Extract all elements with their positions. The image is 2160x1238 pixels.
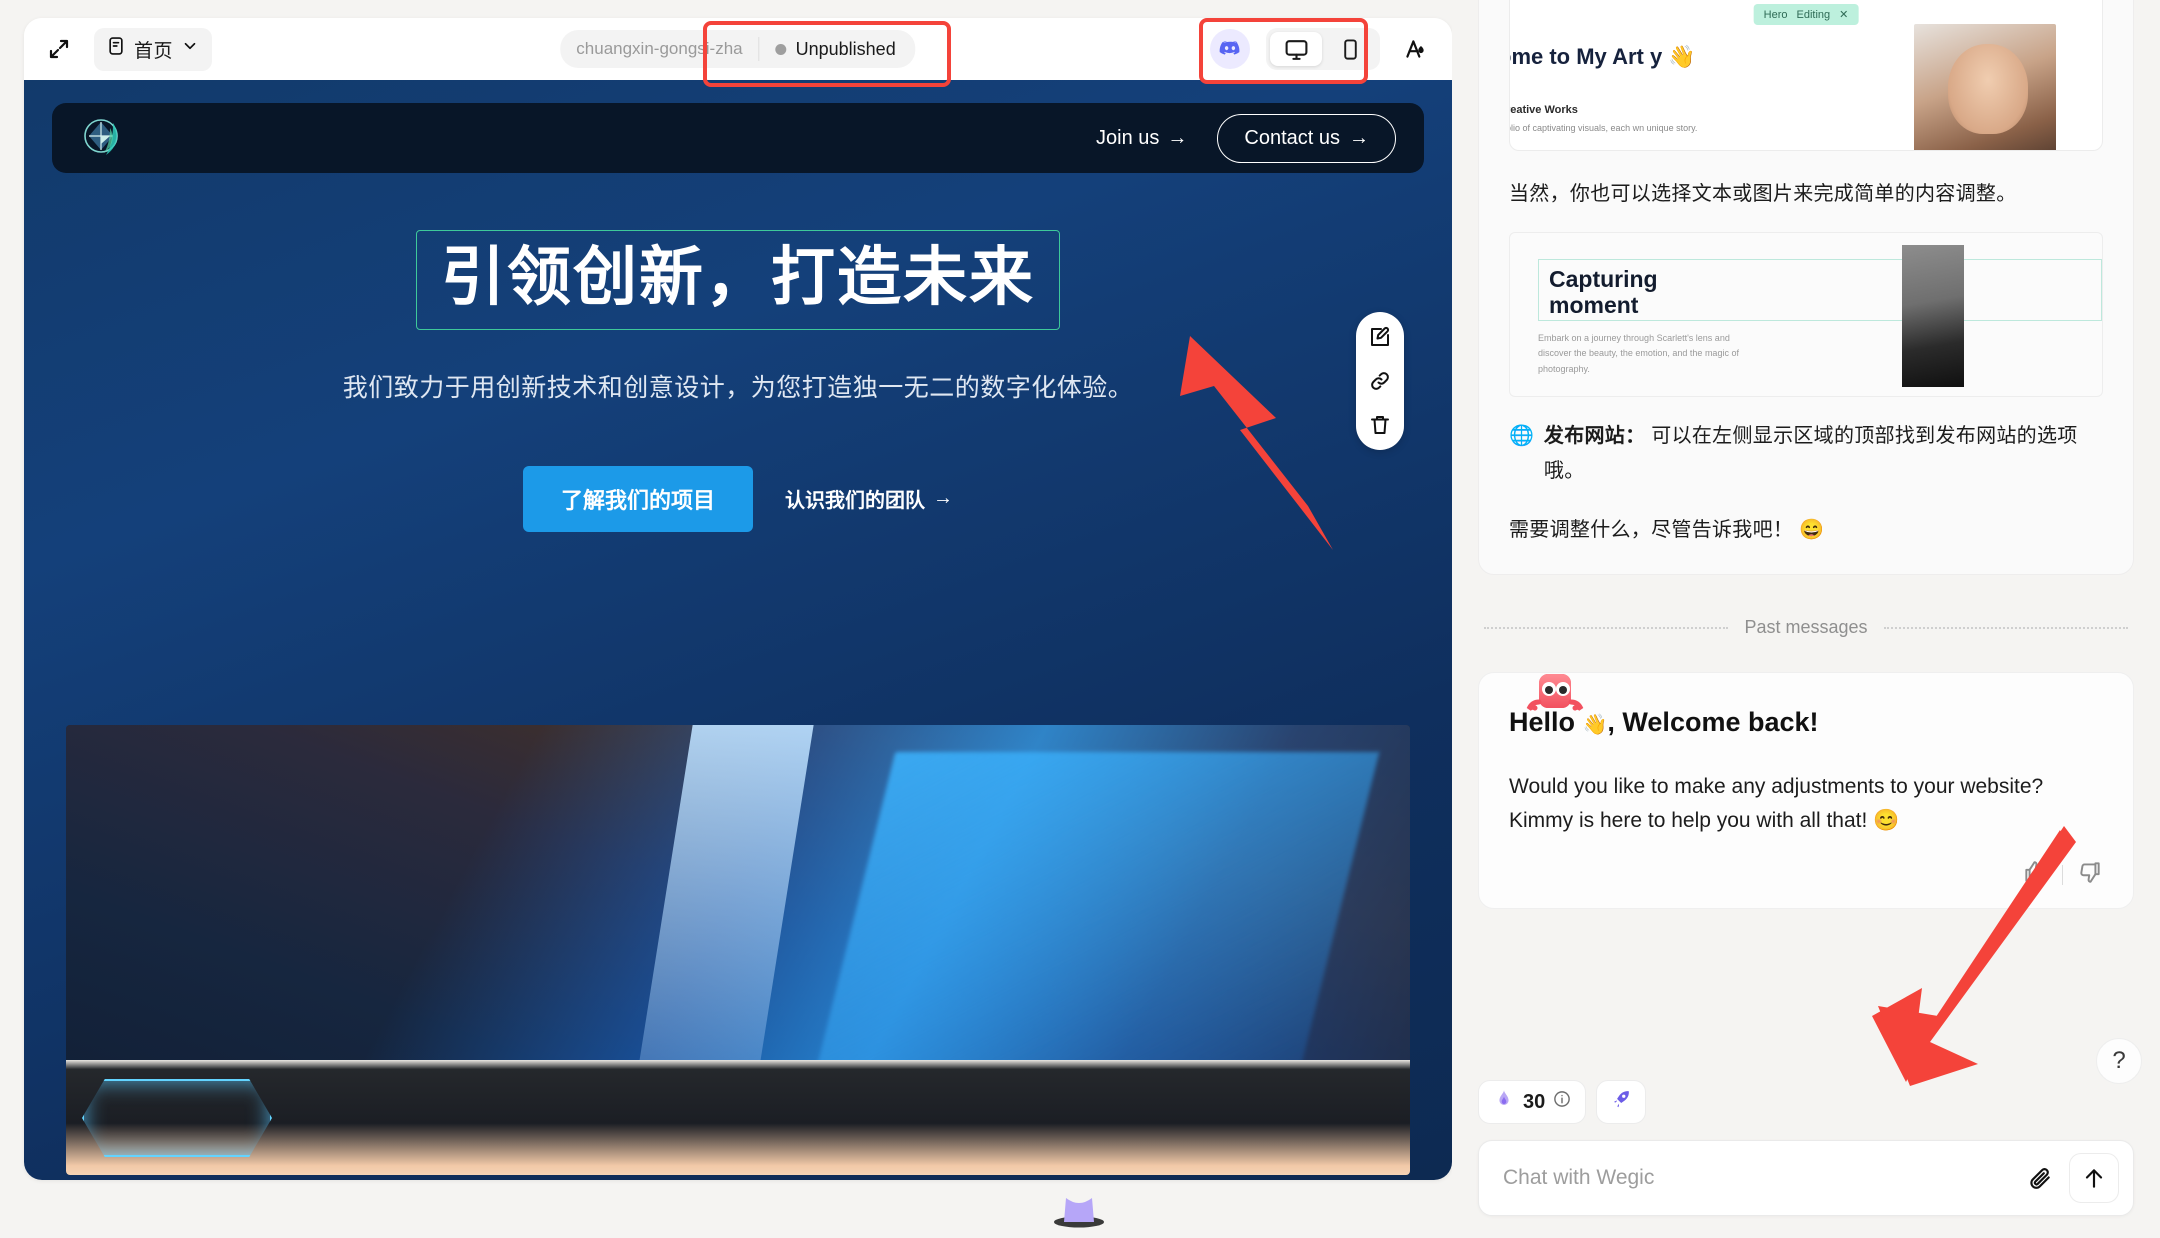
hero-subtitle: 我们致力于用创新技术和创意设计，为您打造独一无二的数字化体验。: [342, 373, 1134, 402]
thumbs-up-icon[interactable]: [2022, 859, 2048, 890]
chat-message-text-2-body: 需要调整什么，尽管告诉我吧！: [1509, 519, 1794, 541]
footer-chip-row: 30: [1478, 1080, 2134, 1124]
arrow-right-icon: →: [933, 487, 953, 510]
hero-title-selection-box[interactable]: 引领创新，打造未来: [416, 230, 1060, 330]
site-nav-right: Join us → Contact us →: [1096, 113, 1396, 163]
toolbar-left-group: 首页: [42, 27, 213, 71]
mobile-icon[interactable]: [1324, 32, 1376, 66]
hero-primary-button[interactable]: 了解我们的项目: [522, 465, 753, 532]
city-image-hex-glyph: [82, 1079, 272, 1157]
app-root: 首页 chuangxin-gongsi-zha Unpublished Join…: [0, 0, 2160, 1238]
chat-message-assistant: Home Gallery About Contact us → Hero Edi…: [1478, 0, 2134, 575]
hero-buttons: 了解我们的项目 认识我们的团队 →: [522, 465, 953, 532]
crab-bot-avatar: [1526, 672, 1584, 730]
chat-bullet-publish: 🌐 发布网站： 可以在左侧显示区域的顶部找到发布网站的选项哦。: [1509, 419, 2103, 489]
website-editor-panel: 首页 chuangxin-gongsi-zha Unpublished Join…: [24, 18, 1452, 1180]
site-url-pill[interactable]: chuangxin-gongsi-zha Unpublished: [560, 30, 916, 68]
nav-link-label: Join us: [1096, 126, 1160, 149]
hero-section: 引领创新，打造未来 我们致力于用创新技术和创意设计，为您打造独一无二的数字化体验…: [24, 230, 1452, 532]
credits-chip[interactable]: 30: [1478, 1080, 1587, 1124]
arrow-right-icon: →: [1349, 126, 1369, 149]
past-messages-divider: Past messages: [1484, 617, 2128, 638]
page-icon: [106, 36, 126, 62]
hero-secondary-label: 认识我们的团队: [785, 490, 925, 513]
chat-panel: Home Gallery About Contact us → Hero Edi…: [1452, 0, 2160, 1238]
wave-emoji-icon: 👋: [1582, 714, 1608, 736]
device-toggle-group: [1266, 28, 1380, 70]
close-icon[interactable]: ✕: [1839, 8, 1848, 21]
chat-message-text-2: 需要调整什么，尽管告诉我吧！ 😄: [1509, 513, 2103, 548]
preview-badge-state: Editing: [1796, 8, 1831, 21]
welcome-message-wrap: Hello 👋, Welcome back! Would you like to…: [1478, 672, 2134, 910]
publish-status-label: Unpublished: [795, 38, 896, 59]
typography-theme-icon[interactable]: [1396, 30, 1434, 68]
smile-emoji-icon: 😄: [1799, 519, 1825, 541]
editor-toolbar: 首页 chuangxin-gongsi-zha Unpublished: [24, 18, 1452, 80]
divider-line-left: [1484, 626, 1729, 629]
arrow-right-icon: →: [1167, 126, 1188, 149]
preview-paragraph: rtfolio of captivating visuals, each wn …: [1509, 123, 1698, 133]
preview-subheading: Creative Works: [1510, 104, 1578, 116]
website-canvas[interactable]: Join us → Contact us → 引领创新，打造未来 我们致力于用创…: [24, 80, 1452, 1180]
trash-icon[interactable]: [1367, 412, 1393, 438]
info-icon[interactable]: [1553, 1090, 1571, 1114]
divider-line-right: [1883, 626, 2128, 629]
inline-card-title: Capturing moment: [1549, 266, 1658, 319]
chat-bullet-label: 发布网站：: [1543, 425, 1646, 447]
chat-input[interactable]: [1503, 1166, 2023, 1190]
welcome-title: Hello 👋, Welcome back!: [1509, 707, 2103, 742]
welcome-body-text: Would you like to make any adjustments t…: [1509, 775, 2044, 832]
globe-icon: 🌐: [1509, 425, 1534, 447]
chat-message-list[interactable]: Home Gallery About Contact us → Hero Edi…: [1452, 0, 2160, 1080]
page-title: 引领创新，打造未来: [441, 241, 1035, 313]
rocket-icon: [1610, 1088, 1632, 1116]
thumbs-down-icon[interactable]: [2077, 859, 2103, 890]
inline-card-photo: [1902, 245, 1964, 387]
hero-secondary-button[interactable]: 认识我们的团队 →: [785, 484, 953, 513]
status-dot-icon: [775, 43, 787, 55]
discord-icon[interactable]: [1210, 29, 1250, 69]
credit-drop-icon: [1493, 1088, 1515, 1116]
desktop-icon[interactable]: [1270, 32, 1322, 66]
toolbar-right-group: [1210, 28, 1434, 70]
inline-selected-text-box[interactable]: Capturing moment: [1538, 259, 2102, 321]
preview-portrait-photo: [1914, 24, 2056, 150]
send-button[interactable]: [2069, 1153, 2119, 1203]
preview-editing-badge: Hero Editing ✕: [1753, 4, 1859, 25]
help-button[interactable]: ?: [2096, 1038, 2142, 1084]
nav-contact-us-button[interactable]: Contact us →: [1217, 113, 1396, 163]
preview-heading: ome to My Art y 👋: [1509, 44, 1696, 69]
chevron-down-icon: [181, 37, 199, 61]
publish-status-button[interactable]: Unpublished: [760, 39, 916, 60]
rating-divider: [2062, 864, 2063, 885]
nav-cta-label: Contact us: [1244, 126, 1340, 149]
site-url-text: chuangxin-gongsi-zha: [576, 39, 743, 58]
page-selector[interactable]: 首页: [94, 27, 213, 71]
inline-card-paragraph: Embark on a journey through Scarlett's l…: [1538, 333, 1739, 374]
past-messages-label: Past messages: [1744, 617, 1868, 637]
site-preview-thumbnail[interactable]: Home Gallery About Contact us → Hero Edi…: [1509, 0, 2103, 151]
nav-link-join-us[interactable]: Join us →: [1096, 127, 1187, 150]
welcome-title-post: , Welcome back!: [1607, 707, 1819, 737]
edit-icon[interactable]: [1367, 324, 1393, 350]
chat-message-text-1: 当然，你也可以选择文本或图片来完成简单的内容调整。: [1509, 183, 2017, 205]
chat-bullet-text: 发布网站： 可以在左侧显示区域的顶部找到发布网站的选项哦。: [1544, 419, 2103, 489]
purple-assistant-avatar[interactable]: [1052, 1186, 1106, 1228]
expand-arrows-icon[interactable]: [42, 32, 76, 66]
element-float-toolbar: [1356, 312, 1404, 450]
toolbar-center-group: chuangxin-gongsi-zha Unpublished: [560, 30, 916, 68]
credits-count: 30: [1523, 1090, 1546, 1113]
message-rating-row: [1509, 859, 2103, 890]
hero-city-image[interactable]: [66, 725, 1410, 1175]
page-selector-label: 首页: [134, 40, 174, 62]
chat-input-row[interactable]: [1478, 1140, 2134, 1216]
site-navbar: Join us → Contact us →: [52, 103, 1424, 173]
upgrade-button[interactable]: [1596, 1080, 1647, 1124]
site-logo[interactable]: [80, 115, 126, 161]
chat-footer: ? 30: [1452, 1038, 2160, 1238]
paperclip-icon[interactable]: [2023, 1161, 2057, 1195]
preview-badge-label: Hero: [1763, 8, 1788, 21]
inline-preview-card[interactable]: Capturing moment Embark on a journey thr…: [1509, 232, 2103, 397]
link-icon[interactable]: [1367, 368, 1393, 394]
